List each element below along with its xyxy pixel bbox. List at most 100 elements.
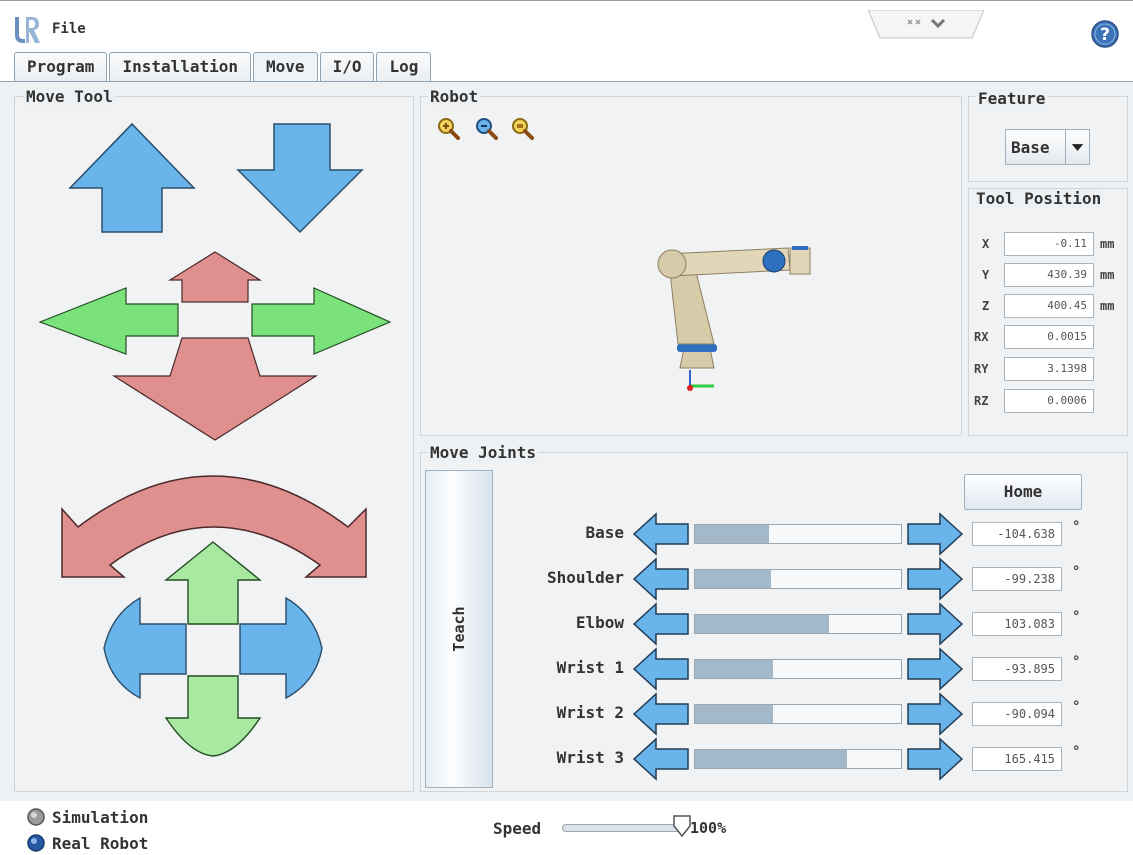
file-menu[interactable]: File xyxy=(52,21,86,37)
joint-value-wrist-1[interactable]: -93.895 xyxy=(972,657,1062,681)
move-down-button[interactable] xyxy=(234,122,366,234)
joint-decrease-base[interactable] xyxy=(632,512,690,556)
help-icon[interactable]: ? xyxy=(1090,19,1120,49)
joint-value-wrist-2[interactable]: -90.094 xyxy=(972,702,1062,726)
joint-unit: ° xyxy=(1072,654,1081,670)
tp-unit-z: mm xyxy=(1100,299,1115,313)
joint-slider-fill xyxy=(695,705,774,723)
joint-slider-fill xyxy=(695,750,848,768)
tab-move[interactable]: Move xyxy=(253,52,318,83)
rotate-left-arrow xyxy=(103,596,187,700)
tp-unit-x: mm xyxy=(1100,237,1115,251)
joint-slider-base[interactable] xyxy=(694,524,902,544)
tp-value-ry: 3.1398 xyxy=(1004,357,1094,381)
joint-unit: ° xyxy=(1072,564,1081,580)
joint-unit: ° xyxy=(1072,609,1081,625)
joint-label-wrist-3: Wrist 3 xyxy=(556,748,624,767)
move-tool-title: Move Tool xyxy=(24,87,115,106)
tp-value-z: 400.45 xyxy=(1004,294,1094,318)
main-tabs: Program Installation Move I/O Log xyxy=(14,52,433,83)
joint-increase-base[interactable] xyxy=(906,512,964,556)
feature-value: Base xyxy=(1011,138,1050,157)
joint-slider-fill xyxy=(695,570,772,588)
move-back-arrow xyxy=(167,251,263,303)
tab-installation[interactable]: Installation xyxy=(109,52,252,82)
joint-increase-wrist-1[interactable] xyxy=(906,647,964,691)
speed-value: 100% xyxy=(690,819,727,837)
joint-slider-elbow[interactable] xyxy=(694,614,902,634)
feature-title: Feature xyxy=(976,89,1048,108)
feature-select[interactable]: Base xyxy=(1005,129,1090,165)
move-left-arrow xyxy=(38,287,179,355)
ur-logo-icon xyxy=(12,15,42,45)
joint-slider-fill xyxy=(695,660,774,678)
tp-label-x: X xyxy=(982,237,990,251)
tp-label-rz: RZ xyxy=(974,394,989,408)
joint-label-wrist-1: Wrist 1 xyxy=(556,658,624,677)
joint-unit: ° xyxy=(1072,519,1081,535)
joint-label-wrist-2: Wrist 2 xyxy=(556,703,624,722)
joint-slider-wrist-3[interactable] xyxy=(694,749,902,769)
joint-slider-shoulder[interactable] xyxy=(694,569,902,589)
zoom-fit-icon[interactable] xyxy=(510,116,534,140)
real-robot-label: Real Robot xyxy=(52,833,149,853)
joint-slider-wrist-2[interactable] xyxy=(694,704,902,724)
zoom-out-icon[interactable] xyxy=(474,116,498,140)
simulation-option[interactable]: Simulation xyxy=(26,806,148,828)
joint-value-base[interactable]: -104.638 xyxy=(972,522,1062,546)
window-control-icon[interactable] xyxy=(868,10,984,40)
rotate-down-arrow xyxy=(164,675,262,757)
joint-increase-elbow[interactable] xyxy=(906,602,964,646)
home-button[interactable]: Home xyxy=(964,474,1082,510)
joint-increase-wrist-3[interactable] xyxy=(906,737,964,781)
tool-position-fields: X -0.11 mm Y 430.39 mm Z 400.45 mm RX 0.… xyxy=(968,232,1128,422)
tp-value-rz: 0.0006 xyxy=(1004,389,1094,413)
chevron-down-icon xyxy=(1065,130,1084,164)
translate-pad[interactable] xyxy=(38,250,392,442)
real-robot-option[interactable]: Real Robot xyxy=(26,832,148,854)
tp-value-x: -0.11 xyxy=(1004,232,1094,256)
tp-value-y: 430.39 xyxy=(1004,263,1094,287)
tool-position-title: Tool Position xyxy=(974,189,1104,208)
joint-unit: ° xyxy=(1072,699,1081,715)
move-right-arrow xyxy=(251,287,392,355)
robot-title: Robot xyxy=(428,87,481,106)
robot-arm-view xyxy=(657,246,811,391)
tab-program[interactable]: Program xyxy=(14,52,108,82)
speed-slider-track[interactable] xyxy=(562,824,688,832)
tp-label-rx: RX xyxy=(974,330,989,344)
joint-value-shoulder[interactable]: -99.238 xyxy=(972,567,1062,591)
simulation-label: Simulation xyxy=(52,807,149,827)
joint-value-wrist-3[interactable]: 165.415 xyxy=(972,747,1062,771)
joint-decrease-wrist-3[interactable] xyxy=(632,737,690,781)
joint-increase-wrist-2[interactable] xyxy=(906,692,964,736)
joint-value-elbow[interactable]: 103.083 xyxy=(972,612,1062,636)
top-bar: File ? xyxy=(0,0,1133,48)
tp-label-z: Z xyxy=(982,299,990,313)
joint-label-shoulder: Shoulder xyxy=(546,568,624,587)
tab-io[interactable]: I/O xyxy=(319,52,375,82)
joint-decrease-wrist-1[interactable] xyxy=(632,647,690,691)
joint-increase-shoulder[interactable] xyxy=(906,557,964,601)
joint-unit: ° xyxy=(1072,744,1081,760)
rotate-right-arrow xyxy=(239,596,323,700)
speed-slider-handle[interactable] xyxy=(672,814,692,838)
move-up-button[interactable] xyxy=(66,122,198,234)
rotate-up-arrow xyxy=(164,541,262,625)
joint-label-base: Base xyxy=(585,523,624,542)
joint-decrease-wrist-2[interactable] xyxy=(632,692,690,736)
tab-log[interactable]: Log xyxy=(376,52,432,82)
joint-decrease-elbow[interactable] xyxy=(632,602,690,646)
zoom-in-icon[interactable] xyxy=(436,116,460,140)
joint-label-elbow: Elbow xyxy=(575,613,624,632)
joint-slider-fill xyxy=(695,525,770,543)
svg-text:?: ? xyxy=(1100,25,1110,45)
rotate-pad[interactable] xyxy=(102,540,324,758)
radio-icon xyxy=(27,834,45,852)
joint-slider-wrist-1[interactable] xyxy=(694,659,902,679)
move-forward-arrow xyxy=(111,337,319,441)
speed-label: Speed xyxy=(493,819,542,838)
tp-value-rx: 0.0015 xyxy=(1004,325,1094,349)
joint-decrease-shoulder[interactable] xyxy=(632,557,690,601)
tp-label-y: Y xyxy=(982,268,990,282)
